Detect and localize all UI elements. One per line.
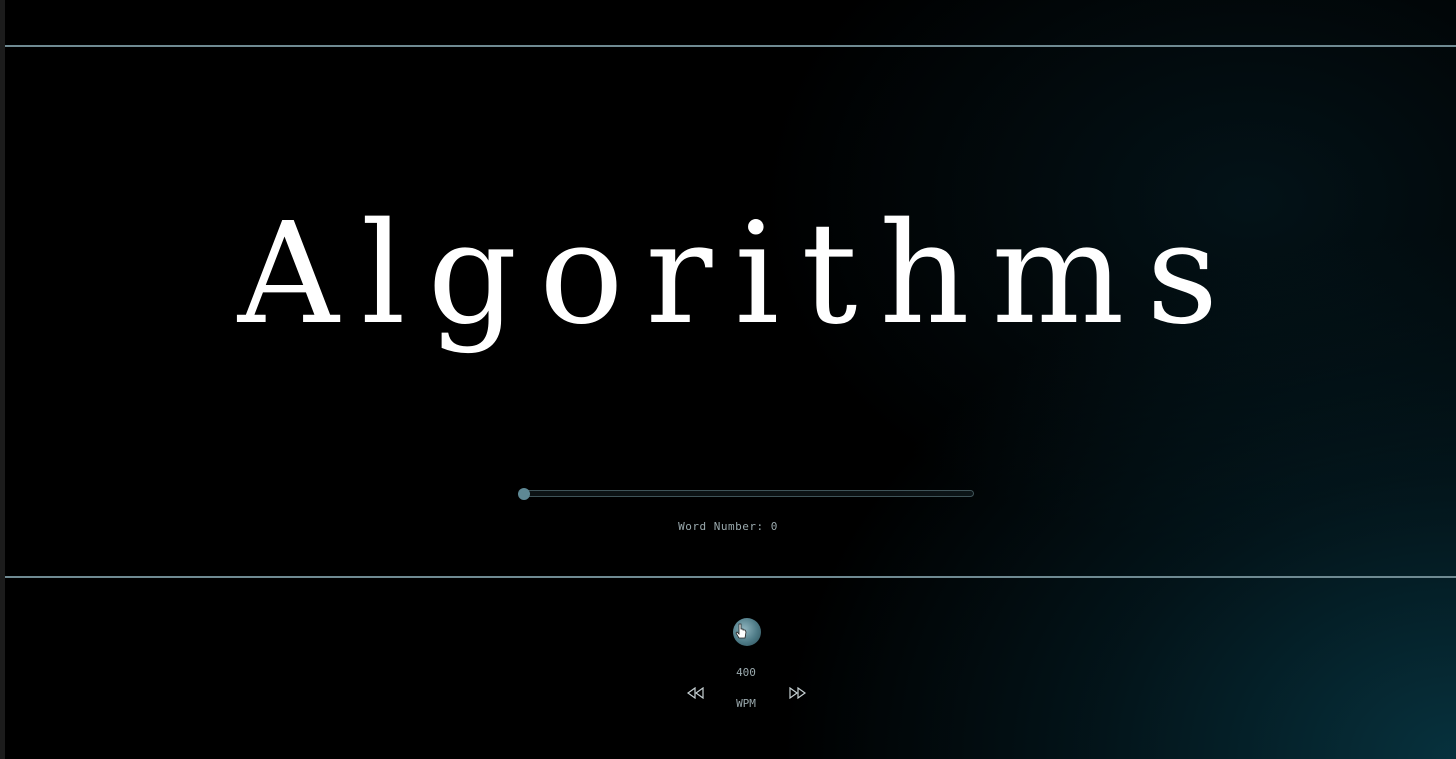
mouse-pointer-icon (735, 623, 747, 639)
top-divider (5, 45, 1456, 47)
wpm-value: 400 (736, 666, 756, 679)
rewind-icon (686, 687, 704, 699)
bottom-divider (5, 576, 1456, 578)
progress-thumb[interactable] (518, 488, 530, 500)
increase-speed-button[interactable] (785, 685, 809, 701)
left-border (0, 0, 5, 759)
current-word-display: Algorithms (237, 193, 1241, 356)
progress-slider[interactable] (518, 488, 976, 500)
speed-reader-stage: Algorithms Word Number: 0 400 WPM (0, 0, 1456, 759)
word-number-label: Word Number: 0 (678, 520, 778, 533)
wpm-unit-label: WPM (736, 697, 756, 710)
fast-forward-icon (789, 687, 807, 699)
progress-track[interactable] (522, 490, 974, 497)
decrease-speed-button[interactable] (684, 685, 708, 701)
